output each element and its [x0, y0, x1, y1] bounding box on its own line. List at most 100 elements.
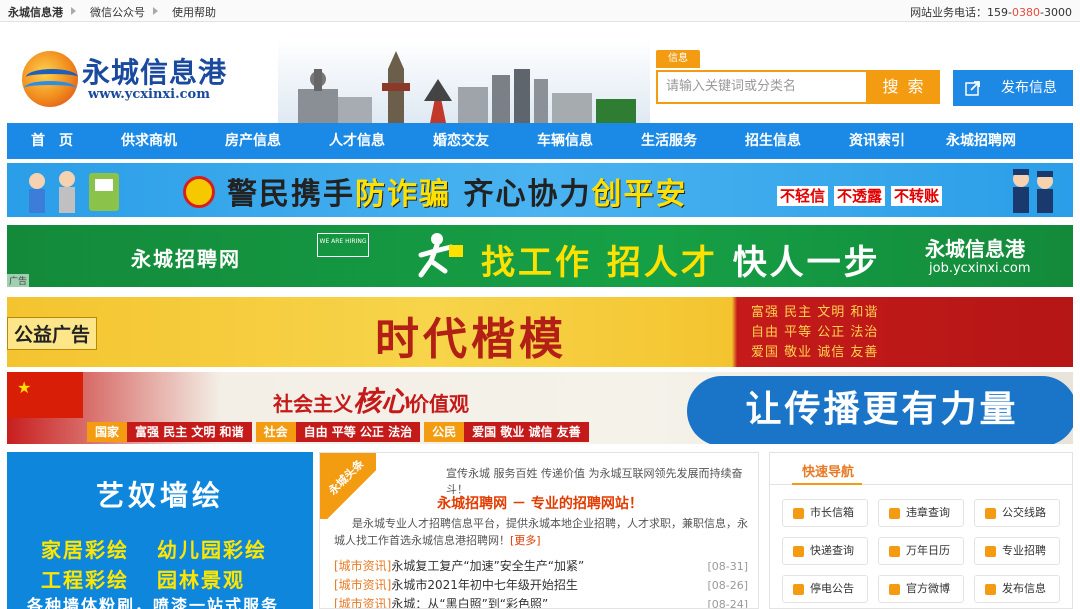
quick-item-label: 发布信息 — [1002, 582, 1046, 595]
search-button[interactable]: 搜 索 — [868, 70, 940, 104]
quick-mayor-mailbox[interactable]: 市长信箱 — [782, 499, 868, 527]
quick-power-outage[interactable]: 停电公告 — [782, 575, 868, 603]
quick-item-label: 停电公告 — [810, 582, 854, 595]
flag-icon: ★ — [7, 372, 83, 418]
police-officer-icon — [1013, 169, 1053, 213]
wall-painting-row: 家居彩绘 幼儿园彩绘 — [41, 534, 295, 563]
quick-official-weibo[interactable]: 官方微博 — [878, 575, 964, 603]
core-values: 富强 民主 文明 和谐 自由 平等 公正 法治 爱国 敬业 诚信 友善 — [751, 303, 878, 363]
recruit-brand: 永城信息港 — [925, 237, 1025, 261]
quick-nav-panel: 快速导航 市长信箱 违章查询 公交线路 快递查询 万年日历 专业招聘 停电公告 … — [769, 452, 1073, 609]
nav-news-index[interactable]: 资讯索引 — [825, 123, 929, 159]
core-values-line: 自由 平等 公正 法治 — [751, 325, 879, 340]
nav-supply-demand[interactable]: 供求商机 — [97, 123, 201, 159]
top-bar: 永城信息港 微信公众号 使用帮助 网站业务电话：159-0380-3000 — [0, 0, 1080, 22]
recruitment-banner[interactable]: 永城招聘网 WE ARE HIRING 找工作 招人才 快人一步 永城信息港 j… — [7, 225, 1073, 287]
ad-label: 广告 — [7, 274, 30, 287]
anti-fraud-banner[interactable]: 警民携手防诈骗 齐心协力创平安 不轻信 不透露 不转账 — [7, 163, 1073, 217]
nav-home[interactable]: 首 页 — [7, 123, 97, 159]
recruit-slogan: 找工作 招人才 快人一步 — [481, 235, 881, 284]
wall-painting-row: 各种墙体粉刷，喷漆一站式服务 — [27, 596, 280, 609]
tag-no-transfer: 不转账 — [891, 186, 943, 206]
title-part-b: 核心 — [353, 385, 410, 418]
headline-news-panel: 永城头条 宣传永城 服务百姓 传递价值 为永城互联网领先发展而持续奋斗！ 永城招… — [319, 452, 759, 609]
service-item: 工程彩绘 — [41, 568, 129, 592]
slogan-part-a: 警民携手 — [227, 177, 355, 212]
core-values-banner[interactable]: ★ 社会主义核心价值观 国家 富强 民主 文明 和谐 社会 自由 平等 公正 法治 … — [7, 372, 1073, 444]
title-part-c: 价值观 — [409, 392, 470, 416]
news-item[interactable]: [城市资讯] 永城：从“黑白照”到“彩色照” [08-24] — [334, 595, 748, 609]
news-item[interactable]: [城市资讯] 永城复工复产“加速”安全生产“加紧” [08-31] — [334, 557, 748, 576]
search-input[interactable]: 请输入关键词或分类名 — [656, 70, 868, 104]
home-icon — [985, 508, 996, 519]
wall-painting-ad[interactable]: 艺奴墙绘 家居彩绘 幼儿园彩绘 工程彩绘 园林景观 各种墙体粉刷，喷漆一站式服务 — [7, 452, 313, 609]
news-date: [08-26] — [707, 579, 748, 592]
news-headline[interactable]: 永城招聘网 － 专业的招聘网站！ — [320, 493, 758, 513]
nav-talent[interactable]: 人才信息 — [305, 123, 409, 159]
quick-bus-routes[interactable]: 公交线路 — [974, 499, 1060, 527]
recruit-url: job.ycxinxi.com — [929, 261, 1031, 276]
top-links: 永城信息港 微信公众号 使用帮助 — [8, 4, 222, 20]
quick-recruitment[interactable]: 专业招聘 — [974, 537, 1060, 565]
wall-painting-title: 艺奴墙绘 — [95, 479, 224, 512]
slogan-part-c: 齐心协力 — [463, 177, 592, 212]
edit-icon — [985, 584, 996, 595]
quick-violation-query[interactable]: 违章查询 — [878, 499, 964, 527]
pencil-icon — [793, 508, 804, 519]
quick-nav-title: 快速导航 — [802, 465, 855, 480]
nav-enrollment[interactable]: 招生信息 — [721, 123, 825, 159]
triangle-icon — [153, 7, 158, 15]
people-illustration-icon — [29, 171, 119, 213]
news-category[interactable]: [城市资讯] — [334, 557, 391, 576]
tag-no-trust: 不轻信 — [777, 186, 829, 206]
news-date: [08-31] — [707, 560, 748, 573]
business-phone: 网站业务电话：159-0380-3000 — [910, 4, 1072, 20]
news-title[interactable]: 永城：从“黑白照”到“彩色照” — [391, 595, 707, 608]
police-emblem-icon — [183, 176, 215, 208]
news-category[interactable]: [城市资讯] — [334, 576, 391, 595]
search-area: 信息 请输入关键词或分类名 搜 索 — [656, 50, 941, 106]
publish-icon — [965, 81, 980, 96]
quick-nav-grid: 市长信箱 违章查询 公交线路 快递查询 万年日历 专业招聘 停电公告 官方微博 … — [782, 499, 1060, 603]
service-item: 家居彩绘 — [41, 538, 129, 562]
tag-no-reveal: 不透露 — [834, 186, 886, 206]
anti-fraud-slogan: 警民携手防诈骗 齐心协力创平安 — [227, 169, 687, 213]
list-icon — [889, 584, 900, 595]
quick-calendar[interactable]: 万年日历 — [878, 537, 964, 565]
publish-label: 发布信息 — [1001, 80, 1057, 96]
city-skyline-illustration — [278, 39, 650, 123]
nav-life-service[interactable]: 生活服务 — [617, 123, 721, 159]
title-part-a: 社会主义 — [273, 392, 353, 416]
top-link-help[interactable]: 使用帮助 — [172, 4, 216, 20]
logo-en-text: www.ycxinxi.com — [88, 87, 210, 102]
quick-publish-info[interactable]: 发布信息 — [974, 575, 1060, 603]
more-link[interactable]: [更多] — [510, 534, 541, 547]
site-logo[interactable]: 永城信息港 www.ycxinxi.com — [22, 47, 237, 127]
quick-express-query[interactable]: 快递查询 — [782, 537, 868, 565]
news-title[interactable]: 永城复工复产“加速”安全生产“加紧” — [391, 557, 707, 576]
news-date: [08-24] — [707, 598, 748, 609]
news-item[interactable]: [城市资讯] 永城市2021年初中七年级开始招生 [08-26] — [334, 576, 748, 595]
news-desc-text: 是永城专业人才招聘信息平台，提供永城本地企业招聘，人才求职，兼职信息，永城人找工… — [334, 517, 748, 547]
top-link-home[interactable]: 永城信息港 — [8, 4, 63, 20]
nav-real-estate[interactable]: 房产信息 — [201, 123, 305, 159]
public-welfare-banner[interactable]: 公益广告 时代楷模 富强 民主 文明 和谐 自由 平等 公正 法治 爱国 敬业 … — [7, 297, 1073, 367]
service-item: 园林景观 — [157, 568, 245, 592]
nav-dating[interactable]: 婚恋交友 — [409, 123, 513, 159]
news-title[interactable]: 永城市2021年初中七年级开始招生 — [391, 576, 707, 595]
core-values-title: 社会主义核心价值观 — [273, 380, 469, 420]
model-of-era-title: 时代楷模 — [375, 314, 567, 365]
quick-item-label: 官方微博 — [906, 582, 950, 595]
slogan-part-d: 创平安 — [591, 177, 688, 212]
publish-info-button[interactable]: 发布信息 — [953, 70, 1073, 106]
news-category[interactable]: [城市资讯] — [334, 595, 391, 608]
news-list: [城市资讯] 永城复工复产“加速”安全生产“加紧” [08-31] [城市资讯] 永城… — [334, 557, 748, 609]
core-values-line: 富强 民主 文明 和谐 — [751, 305, 879, 320]
top-link-wechat[interactable]: 微信公众号 — [90, 4, 145, 20]
running-man-icon — [418, 233, 463, 278]
nav-recruitment[interactable]: 永城招聘网 — [929, 123, 1033, 159]
search-tag[interactable]: 信息 — [656, 50, 700, 68]
nav-vehicles[interactable]: 车辆信息 — [513, 123, 617, 159]
logo-emblem-icon — [22, 51, 78, 107]
quick-item-label: 违章查询 — [906, 506, 950, 519]
